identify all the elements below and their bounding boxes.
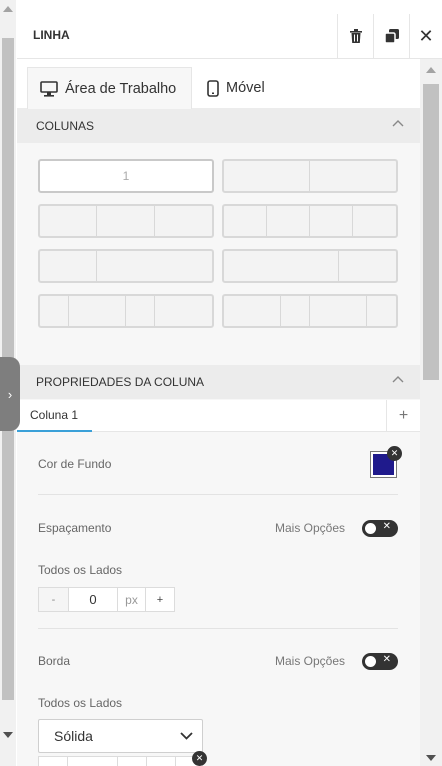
decrement-button[interactable]: - bbox=[39, 588, 68, 611]
spacing-all-sides-label: Todos os Lados bbox=[38, 563, 123, 577]
tab-column-1[interactable]: Coluna 1 bbox=[17, 400, 92, 432]
spacing-unit: px bbox=[125, 592, 138, 607]
column-properties-title: PROPRIEDADES DA COLUNA bbox=[36, 375, 205, 389]
chevron-down-icon bbox=[180, 732, 193, 740]
mobile-icon bbox=[207, 79, 219, 97]
layout-option-1-2[interactable] bbox=[38, 249, 214, 283]
divider bbox=[38, 628, 398, 629]
border-more-options-toggle[interactable]: ✕ bbox=[362, 653, 398, 670]
layout-option-label: 1 bbox=[122, 169, 130, 183]
device-tabs: Área de Trabalho Móvel bbox=[17, 59, 420, 109]
layout-option-2-1-2-1[interactable] bbox=[222, 294, 398, 328]
trash-icon bbox=[349, 29, 362, 43]
copy-icon bbox=[384, 29, 399, 43]
border-style-value: Sólida bbox=[54, 728, 93, 744]
border-more-options-label: Mais Opções bbox=[275, 654, 346, 668]
spacing-more-options-toggle[interactable]: ✕ bbox=[362, 520, 398, 537]
collapse-panel-handle[interactable]: › bbox=[0, 357, 20, 431]
toggle-knob bbox=[365, 656, 376, 667]
close-icon: ✕ bbox=[418, 25, 434, 46]
panel-content: Área de Trabalho Móvel COLUNAS 1 PROPRIE… bbox=[17, 59, 420, 766]
panel-scrollbar-thumb[interactable] bbox=[423, 84, 439, 380]
tab-desktop[interactable]: Área de Trabalho bbox=[27, 67, 192, 109]
layout-option-1-2-1-2[interactable] bbox=[38, 294, 214, 328]
duplicate-button[interactable] bbox=[373, 14, 409, 58]
spacing-stepper: - 0 px + bbox=[38, 587, 175, 612]
chevron-up-icon bbox=[392, 120, 404, 127]
border-all-sides-label: Todos os Lados bbox=[38, 696, 123, 710]
clear-border-color-icon[interactable]: ✕ bbox=[192, 751, 207, 766]
add-column-button[interactable]: + bbox=[386, 400, 420, 432]
tab-mobile[interactable]: Móvel bbox=[205, 67, 265, 109]
divider bbox=[38, 494, 398, 495]
tab-mobile-label: Móvel bbox=[226, 80, 265, 96]
panel-scrollbar[interactable] bbox=[420, 59, 442, 766]
desktop-icon bbox=[40, 80, 58, 97]
spacing-label: Espaçamento bbox=[38, 521, 112, 535]
scroll-up-arrow-icon[interactable] bbox=[3, 6, 13, 12]
panel-title: LINHA bbox=[33, 28, 70, 42]
panel-scroll-up-icon[interactable] bbox=[426, 67, 436, 73]
clear-color-icon[interactable]: ✕ bbox=[387, 446, 402, 461]
toggle-off-icon: ✕ bbox=[382, 521, 391, 532]
border-style-select[interactable]: Sólida bbox=[38, 719, 203, 753]
spacing-more-options-label: Mais Opções bbox=[275, 521, 346, 535]
tab-desktop-label: Área de Trabalho bbox=[65, 80, 177, 97]
increment-button[interactable]: + bbox=[145, 588, 174, 611]
chevron-up-icon bbox=[392, 376, 404, 383]
toggle-off-icon: ✕ bbox=[382, 654, 391, 665]
columns-section-title: COLUNAS bbox=[36, 119, 95, 133]
layout-option-1[interactable]: 1 bbox=[38, 159, 214, 193]
background-color-label: Cor de Fundo bbox=[38, 457, 112, 471]
columns-section-header[interactable]: COLUNAS bbox=[17, 109, 420, 143]
column-properties-section-header[interactable]: PROPRIEDADES DA COLUNA bbox=[17, 365, 420, 399]
chevron-right-icon: › bbox=[7, 386, 13, 402]
border-label: Borda bbox=[38, 654, 71, 668]
column-tabs: Coluna 1 + bbox=[17, 400, 420, 432]
scroll-down-arrow-icon[interactable] bbox=[3, 732, 13, 738]
spacing-value-input[interactable]: 0 bbox=[68, 588, 118, 611]
toggle-knob bbox=[365, 523, 376, 534]
panel-header: LINHA ✕ bbox=[17, 0, 442, 59]
border-width-stepper[interactable] bbox=[38, 756, 203, 766]
layout-option-2-1[interactable] bbox=[222, 249, 398, 283]
row-settings-panel: LINHA ✕ Área de Trabalho Móvel COLUNAS 1… bbox=[17, 0, 442, 766]
layout-option-2-equal[interactable] bbox=[222, 159, 398, 193]
layout-option-4-equal[interactable] bbox=[222, 204, 398, 238]
panel-scroll-down-icon[interactable] bbox=[426, 755, 436, 761]
layout-option-3-equal[interactable] bbox=[38, 204, 214, 238]
delete-button[interactable] bbox=[337, 14, 373, 58]
close-button[interactable]: ✕ bbox=[409, 14, 442, 58]
